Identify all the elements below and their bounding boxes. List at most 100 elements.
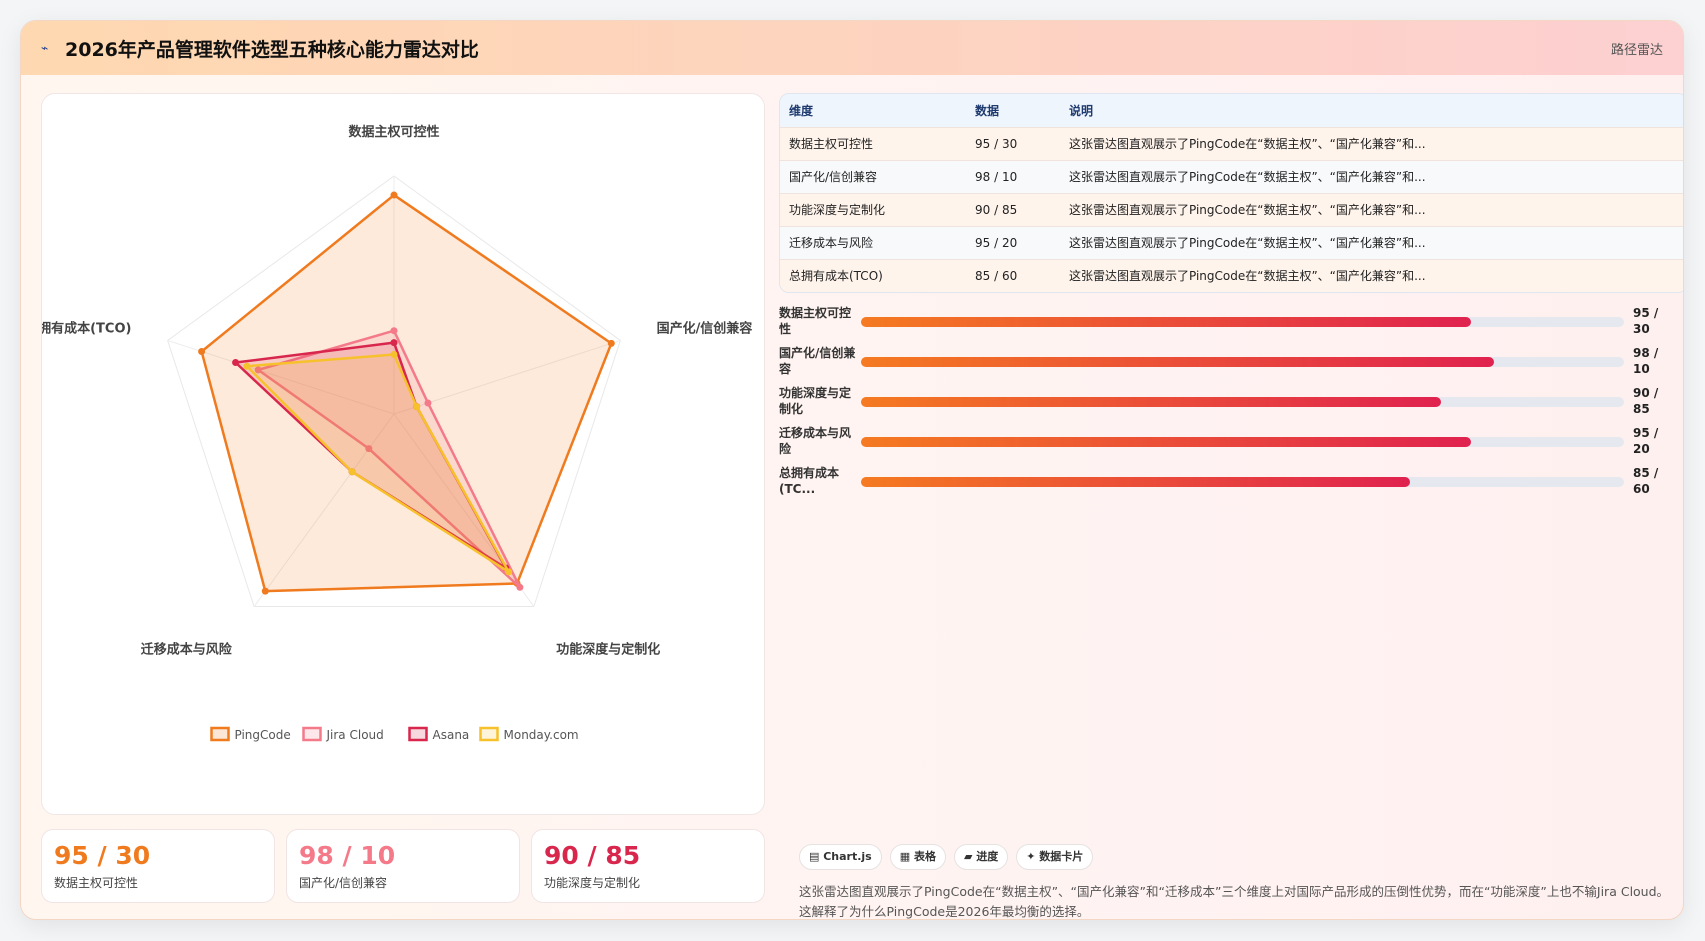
stat-label: 数据主权可控性: [54, 876, 139, 890]
header: ⌁ 2026年产品管理软件选型五种核心能力雷达对比 路径雷达: [21, 21, 1683, 75]
progress-value: 95 / 20: [1633, 426, 1659, 456]
tab-data-cards[interactable]: ✦ 数据卡片: [1016, 844, 1094, 870]
cell-dimension: 功能深度与定制化: [780, 192, 966, 226]
column-header: 说明: [1060, 94, 1683, 127]
cell-note: 这张雷达图直观展示了PingCode在“数据主权”、“国产化兼容”和...: [1060, 225, 1683, 259]
data-point: [607, 339, 615, 347]
legend-swatch: [479, 726, 499, 742]
cell-dimension: 数据主权可控性: [780, 126, 966, 160]
column-header: 数据: [966, 94, 1060, 127]
legend-swatch: [302, 726, 322, 742]
stat-card: 98 / 10 国产化/信创兼容: [286, 829, 520, 903]
data-point: [505, 568, 513, 576]
cell-dimension: 迁移成本与风险: [780, 225, 966, 259]
progress-fill: [861, 437, 1472, 447]
radar-chart: 数据主权可控性国产化/信创兼容功能深度与定制化 迁移成本与风险 总拥有成本(TCO)…: [42, 124, 753, 742]
data-point: [348, 468, 356, 476]
tab-chartjs[interactable]: ▤ Chart.js: [799, 844, 882, 870]
axis-label: 国产化/信创兼容: [657, 321, 753, 337]
data-point: [390, 339, 398, 347]
view-tabs: ▤ Chart.js ▦ 表格 ▰ 进度 ✦ 数据卡片: [799, 844, 1094, 870]
data-point: [232, 359, 240, 367]
page-title: 2026年产品管理软件选型五种核心能力雷达对比: [65, 38, 479, 61]
cell-data: 98 / 10: [966, 159, 1060, 193]
dashboard-card: ⌁ 2026年产品管理软件选型五种核心能力雷达对比 路径雷达 数据主权可控性 国产…: [20, 20, 1684, 920]
progress-row: 功能深度与定制化 90 / 85: [779, 383, 1679, 423]
progress-value: 90 / 85: [1633, 386, 1659, 416]
data-point: [424, 399, 432, 407]
legend-swatch: [408, 726, 428, 742]
axis-label: 总拥有成本(TCO): [42, 321, 131, 337]
stat-card: 90 / 85 功能深度与定制化: [531, 829, 765, 903]
data-point: [261, 587, 269, 595]
stat-value: 90 / 85: [544, 841, 641, 870]
progress-bars: 数据主权可控性 95 / 30 国产化/信创兼容 98 / 10 功能深度与定制…: [779, 303, 1679, 503]
legend-label: Jira Cloud: [326, 728, 384, 742]
radar-chart-panel: 数据主权可控性国产化/信创兼容功能深度与定制化 迁移成本与风险 总拥有成本(TCO)…: [41, 93, 765, 815]
table-row: 数据主权可控性 95 / 30 这张雷达图直观展示了PingCode在“数据主权…: [780, 126, 1683, 160]
progress-row: 国产化/信创兼容 98 / 10: [779, 343, 1679, 383]
legend-label: PingCode: [235, 728, 291, 742]
data-point: [243, 362, 251, 370]
cell-data: 95 / 20: [966, 225, 1060, 259]
progress-label: 总拥有成本 (TC...: [779, 466, 840, 496]
tab-table[interactable]: ▦ 表格: [889, 844, 946, 870]
table-row: 迁移成本与风险 95 / 20 这张雷达图直观展示了PingCode在“数据主权…: [780, 225, 1683, 259]
progress-track: [861, 317, 1624, 327]
legend-label: Monday.com: [504, 728, 579, 742]
data-point: [390, 351, 398, 358]
progress-track: [861, 397, 1624, 407]
tab-progress[interactable]: ▰ 进度: [953, 844, 1009, 870]
progress-fill: [861, 317, 1472, 327]
stat-value: 95 / 30: [54, 841, 151, 870]
progress-label: 国产化/信创兼容: [779, 346, 856, 376]
cell-note: 这张雷达图直观展示了PingCode在“数据主权”、“国产化兼容”和...: [1060, 258, 1683, 292]
stat-label: 功能深度与定制化: [544, 876, 641, 890]
table-row: 国产化/信创兼容 98 / 10 这张雷达图直观展示了PingCode在“数据主…: [780, 159, 1683, 193]
legend-label: Asana: [433, 728, 470, 742]
progress-value: 95 / 30: [1633, 306, 1659, 336]
axis-label: 迁移成本与风险: [141, 641, 233, 657]
chart-description: 这张雷达图直观展示了PingCode在“数据主权”、“国产化兼容”和“迁移成本”…: [799, 884, 1670, 919]
progress-fill: [861, 357, 1495, 367]
stat-value: 98 / 10: [299, 841, 396, 870]
cell-note: 这张雷达图直观展示了PingCode在“数据主权”、“国产化兼容”和...: [1060, 159, 1683, 193]
progress-track: [861, 437, 1624, 447]
progress-fill: [861, 477, 1411, 487]
data-point: [198, 347, 206, 355]
header-tag: 路径雷达: [1610, 42, 1663, 58]
stat-label: 国产化/信创兼容: [299, 876, 388, 890]
progress-track: [861, 477, 1624, 487]
table-row: 功能深度与定制化 90 / 85 这张雷达图直观展示了PingCode在“数据主…: [780, 192, 1683, 226]
progress-label: 迁移成本与风险: [779, 426, 852, 456]
data-table: 维度 数据 说明 数据主权可控性 95 / 30 这张雷达图直观展示了PingC…: [779, 93, 1683, 293]
progress-row: 数据主权可控性 95 / 30: [779, 303, 1679, 343]
data-point: [390, 191, 398, 199]
progress-row: 迁移成本与风险 95 / 20: [779, 423, 1679, 463]
cell-note: 这张雷达图直观展示了PingCode在“数据主权”、“国产化兼容”和...: [1060, 126, 1683, 160]
cell-dimension: 总拥有成本(TCO): [780, 258, 966, 292]
route-icon: ⌁: [41, 41, 49, 55]
cell-data: 85 / 60: [966, 258, 1060, 292]
data-point: [390, 327, 398, 335]
cell-data: 90 / 85: [966, 192, 1060, 226]
progress-label: 数据主权可控性: [779, 306, 852, 336]
table-header-row: 维度 数据 说明: [780, 94, 1683, 127]
data-point: [413, 403, 421, 411]
progress-value: 85 / 60: [1633, 466, 1659, 496]
axis-label: 数据主权可控性: [348, 124, 439, 140]
table-row: 总拥有成本(TCO) 85 / 60 这张雷达图直观展示了PingCode在“数…: [780, 258, 1683, 292]
progress-row: 总拥有成本 (TC... 85 / 60: [779, 463, 1679, 503]
cell-data: 95 / 30: [966, 126, 1060, 160]
stat-card: 95 / 30 数据主权可控性: [41, 829, 275, 903]
column-header: 维度: [780, 94, 966, 127]
legend-swatch: [210, 726, 230, 742]
axis-label: 功能深度与定制化: [556, 641, 660, 657]
cell-note: 这张雷达图直观展示了PingCode在“数据主权”、“国产化兼容”和...: [1060, 192, 1683, 226]
cell-dimension: 国产化/信创兼容: [780, 159, 966, 193]
progress-value: 98 / 10: [1633, 346, 1659, 376]
progress-label: 功能深度与定制化: [779, 386, 852, 416]
progress-fill: [861, 397, 1441, 407]
data-point: [516, 583, 524, 591]
progress-track: [861, 357, 1624, 367]
